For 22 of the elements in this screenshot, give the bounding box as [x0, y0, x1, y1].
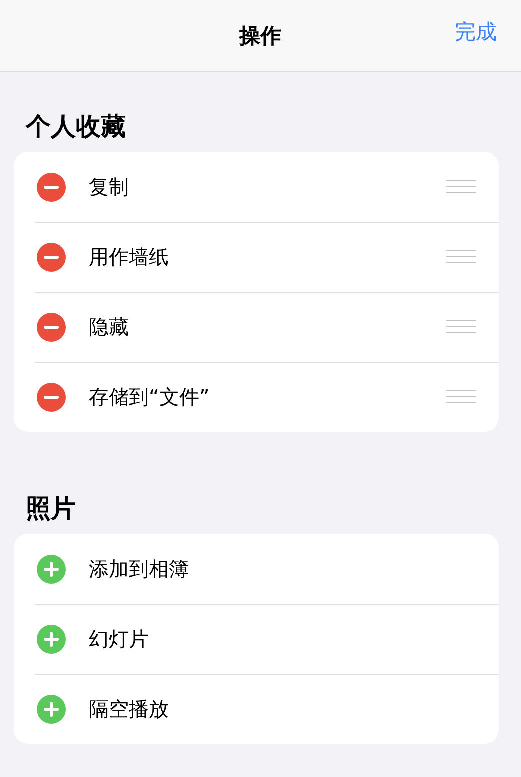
action-label: 隔空播放 [89, 696, 170, 722]
nav-title: 操作 [240, 22, 282, 50]
add-icon[interactable] [37, 694, 66, 724]
drag-handle-icon[interactable] [446, 179, 476, 195]
add-icon[interactable] [37, 554, 66, 584]
section-heading: 个人收藏 [26, 111, 127, 143]
remove-icon[interactable] [37, 172, 66, 202]
remove-icon[interactable] [37, 312, 66, 342]
drag-handle-icon[interactable] [446, 319, 476, 335]
action-label: 隐藏 [89, 314, 130, 340]
remove-icon[interactable] [37, 382, 66, 412]
action-label: 添加到相簿 [89, 556, 190, 582]
action-label: 用作墙纸 [89, 244, 170, 270]
remove-icon[interactable] [37, 242, 66, 272]
action-label: 复制 [89, 174, 130, 200]
done-button[interactable]: 完成 [455, 18, 497, 46]
drag-handle-icon[interactable] [446, 249, 476, 265]
section-heading: 照片 [26, 493, 77, 525]
action-label: 存储到“文件” [89, 384, 211, 410]
drag-handle-icon[interactable] [446, 389, 476, 405]
add-icon[interactable] [37, 624, 66, 654]
action-label: 幻灯片 [89, 626, 150, 652]
